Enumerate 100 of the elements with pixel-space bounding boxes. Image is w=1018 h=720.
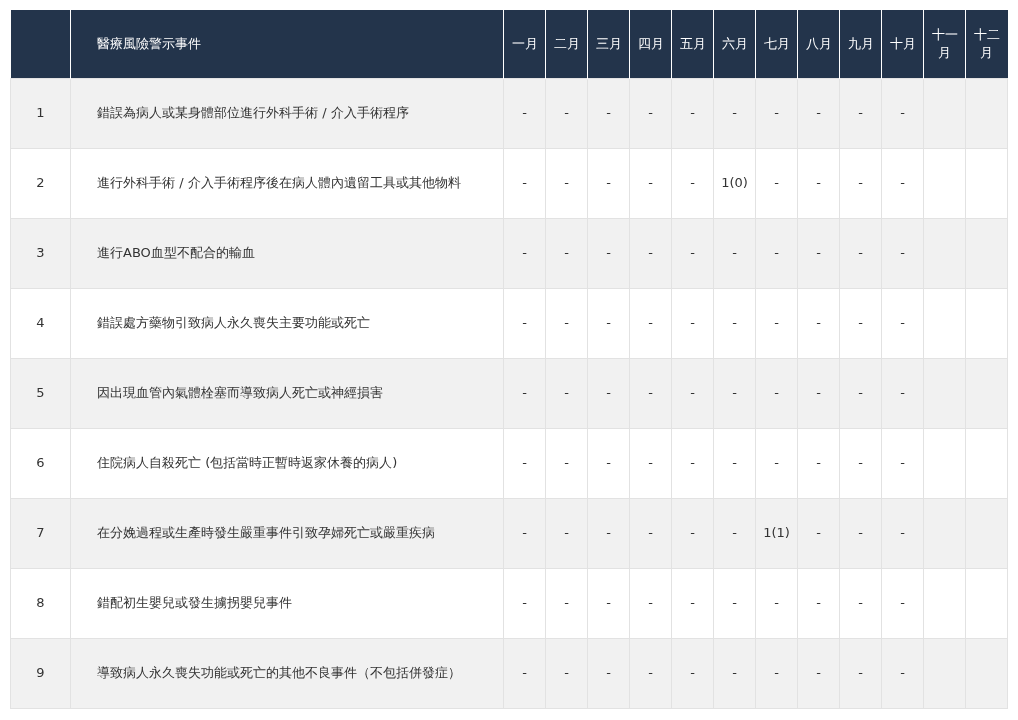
column-header: 六月: [713, 10, 756, 78]
table-cell: -: [713, 498, 756, 568]
table-cell: -: [545, 638, 588, 708]
column-header: 十一月: [923, 10, 966, 78]
column-header: 七月: [755, 10, 798, 78]
column-header: 一月: [503, 10, 546, 78]
table-cell: -: [629, 428, 672, 498]
table-cell: -: [629, 218, 672, 288]
row-number-cell: 7: [10, 498, 71, 568]
event-cell: 錯配初生嬰兒或發生擄拐嬰兒事件: [70, 568, 504, 638]
table-cell: -: [839, 638, 882, 708]
column-header: 五月: [671, 10, 714, 78]
column-header: 十月: [881, 10, 924, 78]
table-cell: -: [755, 78, 798, 148]
table-cell: -: [839, 428, 882, 498]
table-cell: [965, 218, 1008, 288]
table-cell: -: [881, 498, 924, 568]
table-cell: -: [713, 358, 756, 428]
table-cell: -: [881, 638, 924, 708]
table-cell: -: [545, 358, 588, 428]
table-cell: -: [797, 498, 840, 568]
table-cell: -: [545, 498, 588, 568]
table-cell: -: [839, 148, 882, 218]
table-cell: -: [671, 358, 714, 428]
table-cell: [923, 358, 966, 428]
table-cell: -: [629, 638, 672, 708]
table-cell: -: [881, 288, 924, 358]
table-cell: -: [671, 428, 714, 498]
table-cell: [923, 78, 966, 148]
table-cell: -: [629, 568, 672, 638]
table-cell: -: [503, 568, 546, 638]
column-header: 二月: [545, 10, 588, 78]
table-cell: -: [587, 148, 630, 218]
column-header: 三月: [587, 10, 630, 78]
table-cell: -: [797, 638, 840, 708]
table-cell: [965, 148, 1008, 218]
table-cell: -: [881, 78, 924, 148]
table-cell: -: [713, 638, 756, 708]
table-cell: -: [629, 498, 672, 568]
table-cell: -: [881, 148, 924, 218]
event-cell: 在分娩過程或生產時發生嚴重事件引致孕婦死亡或嚴重疾病: [70, 498, 504, 568]
table-cell: -: [671, 638, 714, 708]
table-cell: -: [755, 428, 798, 498]
table-cell: -: [755, 358, 798, 428]
table-cell: -: [755, 568, 798, 638]
table-cell: -: [629, 148, 672, 218]
table-cell: [923, 148, 966, 218]
event-cell: 導致病人永久喪失功能或死亡的其他不良事件（不包括併發症）: [70, 638, 504, 708]
table-cell: -: [713, 288, 756, 358]
table-cell: -: [545, 148, 588, 218]
row-number-cell: 6: [10, 428, 71, 498]
table-cell: -: [671, 78, 714, 148]
table-cell: -: [755, 148, 798, 218]
table-cell: -: [503, 638, 546, 708]
table-cell: -: [503, 148, 546, 218]
table-cell: [923, 568, 966, 638]
header-cell: [10, 10, 71, 78]
table-cell: -: [839, 358, 882, 428]
row-number-cell: 8: [10, 568, 71, 638]
table-cell: -: [545, 218, 588, 288]
table-cell: -: [797, 428, 840, 498]
table-cell: -: [713, 568, 756, 638]
table-cell: -: [587, 638, 630, 708]
table-cell: [923, 638, 966, 708]
table-cell: [965, 78, 1008, 148]
table-cell: -: [503, 358, 546, 428]
table-cell: -: [881, 428, 924, 498]
table-cell: 1(0): [713, 148, 756, 218]
table-cell: -: [587, 428, 630, 498]
table-cell: -: [587, 218, 630, 288]
table-cell: -: [503, 288, 546, 358]
table-cell: [965, 638, 1008, 708]
table-cell: -: [713, 218, 756, 288]
row-number-cell: 3: [10, 218, 71, 288]
table-cell: -: [797, 288, 840, 358]
table-cell: -: [839, 78, 882, 148]
table-cell: [923, 498, 966, 568]
event-cell: 錯誤為病人或某身體部位進行外科手術 / 介入手術程序: [70, 78, 504, 148]
table-cell: -: [755, 638, 798, 708]
table-cell: -: [713, 428, 756, 498]
table-cell: -: [545, 568, 588, 638]
event-cell: 因出現血管內氣體栓塞而導致病人死亡或神經損害: [70, 358, 504, 428]
table-cell: -: [503, 498, 546, 568]
table-cell: -: [797, 78, 840, 148]
table-cell: [965, 568, 1008, 638]
table-cell: -: [587, 358, 630, 428]
table-cell: -: [503, 218, 546, 288]
event-cell: 錯誤處方藥物引致病人永久喪失主要功能或死亡: [70, 288, 504, 358]
column-header: 八月: [797, 10, 840, 78]
table-cell: -: [839, 498, 882, 568]
table-cell: -: [797, 148, 840, 218]
table-cell: -: [671, 288, 714, 358]
column-header: 十二月: [965, 10, 1008, 78]
event-cell: 住院病人自殺死亡 (包括當時正暫時返家休養的病人): [70, 428, 504, 498]
table-cell: [923, 218, 966, 288]
table-cell: -: [755, 218, 798, 288]
column-header: 四月: [629, 10, 672, 78]
table-cell: -: [629, 288, 672, 358]
table-cell: [965, 498, 1008, 568]
table-cell: -: [839, 288, 882, 358]
